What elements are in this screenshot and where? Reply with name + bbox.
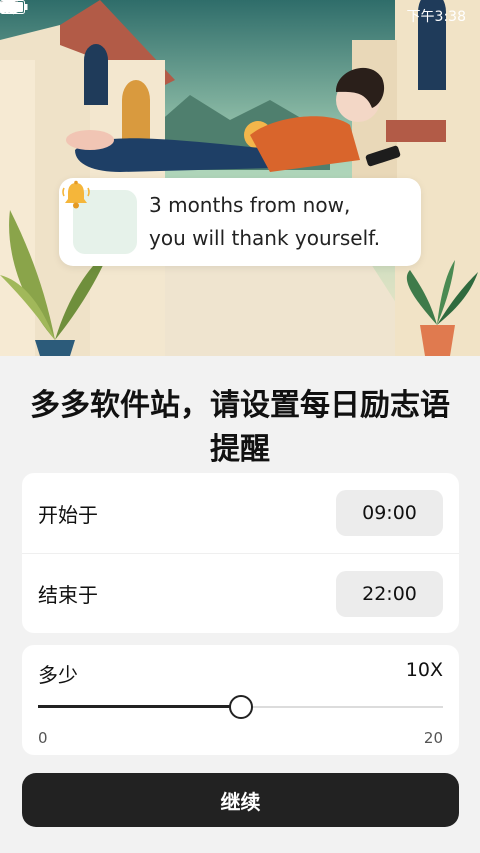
slider-fill <box>38 705 241 708</box>
start-time-row: 开始于 09:00 <box>22 473 459 553</box>
frequency-label: 多少 <box>38 663 78 687</box>
frequency-slider[interactable] <box>38 695 443 719</box>
slider-min-label: 0 <box>38 729 48 747</box>
frequency-card: 多少 10X 0 20 <box>22 645 459 755</box>
motivation-preview-card: 3 months from now, you will thank yourse… <box>59 178 421 266</box>
start-time-label: 开始于 <box>38 502 98 527</box>
schedule-card: 开始于 09:00 结束于 22:00 <box>22 473 459 633</box>
notification-line-1: 3 months from now, <box>149 193 351 217</box>
continue-button[interactable]: 继续 <box>22 773 459 827</box>
status-time: 下午3:38 <box>406 9 466 25</box>
end-time-row: 结束于 22:00 <box>22 553 459 633</box>
status-right: 下午3:38 <box>0 0 466 26</box>
slider-max-label: 20 <box>423 729 443 747</box>
bell-icon-container <box>62 180 137 254</box>
start-time-picker[interactable]: 09:00 <box>336 490 443 536</box>
notification-text: 3 months from now, you will thank yourse… <box>149 189 380 255</box>
page-title: 多多软件站，请设置每日励志语提醒 <box>30 388 450 467</box>
slider-thumb[interactable] <box>228 695 253 719</box>
end-time-picker[interactable]: 22:00 <box>336 570 443 617</box>
hero-illustration: 4G <box>0 0 480 356</box>
end-time-label: 结束于 <box>38 583 98 607</box>
notification-line-2: you will thank yourself. <box>149 226 381 250</box>
frequency-value: 10X <box>405 659 443 681</box>
status-bar: 4G <box>0 0 480 32</box>
